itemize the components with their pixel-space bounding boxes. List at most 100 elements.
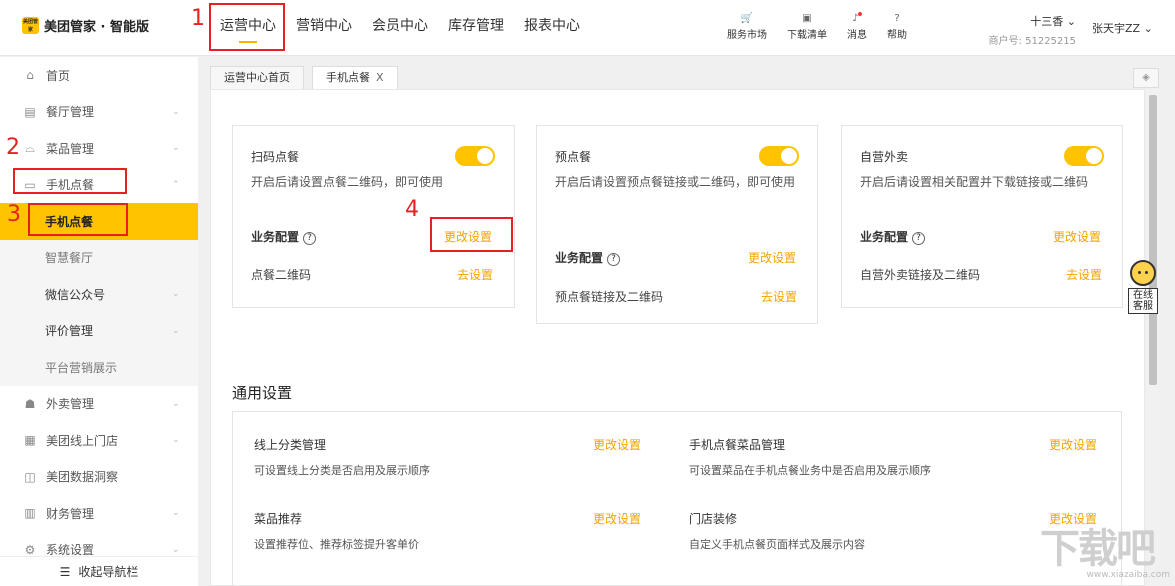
change-settings-link[interactable]: 更改设置	[1049, 510, 1097, 527]
change-settings-link[interactable]: 更改设置	[748, 249, 796, 266]
nav-inventory[interactable]: 库存管理	[438, 0, 514, 56]
tab-tools-icon[interactable]: ◈	[1133, 68, 1159, 88]
card-desc: 开启后请设置相关配置并下载链接或二维码	[860, 171, 1118, 193]
header-tools: 🛒 服务市场 ▣ 下载清单 ♪ 消息 ? 帮助	[727, 12, 927, 41]
sidebar-item-online-store[interactable]: ▦ 美团线上门店 ⌄	[0, 422, 198, 459]
chevron-down-icon: ⌄	[1144, 22, 1153, 35]
restaurant-icon: ▤	[22, 105, 38, 119]
tab-label: 手机点餐	[326, 71, 370, 84]
change-settings-link[interactable]: 更改设置	[1053, 228, 1101, 245]
nav-member-center[interactable]: 会员中心	[362, 0, 438, 56]
nav-reports[interactable]: 报表中心	[514, 0, 590, 56]
biz-config-label: 业务配置?	[555, 249, 620, 266]
annotation-number: 2	[6, 137, 20, 159]
store-switcher[interactable]: 十三香 ⌄ 商户号: 51225215	[966, 13, 1076, 47]
card-self-delivery: 自营外卖 开启后请设置相关配置并下载链接或二维码 业务配置? 更改设置 自营外卖…	[841, 125, 1123, 308]
go-setup-link[interactable]: 去设置	[1066, 266, 1102, 283]
chevron-down-icon: ⌄	[1067, 15, 1076, 28]
download-list-icon: ▣	[787, 12, 827, 26]
card-title: 预点餐	[555, 148, 591, 165]
scan-order-toggle[interactable]	[455, 146, 495, 166]
tab-operations-home[interactable]: 运营中心首页	[210, 66, 304, 90]
tool-label: 消息	[847, 30, 867, 41]
tab-mobile-order[interactable]: 手机点餐 X	[312, 66, 398, 90]
biz-config-label: 业务配置?	[860, 228, 925, 245]
collapse-sidebar-button[interactable]: ☰ 收起导航栏	[0, 556, 198, 586]
row-label: 预点餐链接及二维码	[555, 288, 663, 305]
sidebar-item-takeout[interactable]: ☗ 外卖管理 ⌄	[0, 386, 198, 423]
chevron-down-icon: ⌄	[172, 399, 180, 409]
close-icon[interactable]: X	[376, 71, 384, 84]
download-list-button[interactable]: ▣ 下载清单	[787, 12, 827, 41]
bell-icon: ♪	[847, 12, 867, 26]
messages-button[interactable]: ♪ 消息	[847, 12, 867, 41]
annotation-box	[13, 168, 127, 194]
sidebar-sub-smart-restaurant[interactable]: 智慧餐厅	[0, 240, 198, 277]
sidebar-item-label: 美团数据洞察	[46, 468, 118, 485]
general-settings-panel: 线上分类管理 可设置线上分类是否启用及展示顺序 更改设置 手机点餐菜品管理 可设…	[232, 411, 1122, 586]
sidebar-item-data-insight[interactable]: ◫ 美团数据洞察	[0, 459, 198, 496]
tool-label: 下载清单	[787, 30, 827, 41]
pre-order-toggle[interactable]	[759, 146, 799, 166]
card-pre-order: 预点餐 开启后请设置预点餐链接或二维码，即可使用 业务配置? 更改设置 预点餐链…	[536, 125, 818, 324]
biz-config-label: 业务配置?	[251, 228, 316, 245]
sidebar-item-restaurant[interactable]: ▤ 餐厅管理 ⌄	[0, 94, 198, 131]
sidebar-item-finance[interactable]: ▥ 财务管理 ⌄	[0, 495, 198, 532]
change-settings-link[interactable]: 更改设置	[1049, 436, 1097, 453]
row-label: 点餐二维码	[251, 266, 311, 283]
nav-marketing-center[interactable]: 营销中心	[286, 0, 362, 56]
general-item-title: 手机点餐菜品管理	[689, 436, 785, 453]
help-button[interactable]: ? 帮助	[887, 12, 907, 41]
sidebar-item-label: 菜品管理	[46, 140, 94, 157]
general-item-title: 门店装修	[689, 510, 737, 527]
sidebar-item-label: 餐厅管理	[46, 103, 94, 120]
sidebar-item-dishes[interactable]: ⌓ 菜品管理 ⌄	[0, 130, 198, 167]
finance-icon: ▥	[22, 506, 38, 520]
sidebar-item-label: 微信公众号	[45, 286, 105, 303]
user-name: 张天宇ZZ	[1092, 22, 1140, 35]
question-icon[interactable]: ?	[607, 253, 620, 266]
sidebar-sub-reviews[interactable]: 评价管理 ⌄	[0, 313, 198, 350]
online-service-button[interactable]: 在线客服	[1128, 260, 1158, 314]
card-desc: 开启后请设置预点餐链接或二维码，即可使用	[555, 171, 801, 193]
sidebar-item-label: 首页	[46, 67, 70, 84]
logo-mark: 美团管家	[22, 17, 39, 34]
dish-icon: ⌓	[22, 141, 38, 156]
question-icon[interactable]: ?	[303, 232, 316, 245]
sidebar-item-home[interactable]: ⌂ 首页	[0, 57, 198, 94]
scrollbar-thumb[interactable]	[1149, 95, 1157, 385]
scrollbar[interactable]	[1147, 89, 1159, 586]
tool-label: 帮助	[887, 30, 907, 41]
settings-icon: ⚙	[22, 543, 38, 557]
sidebar-sub-wechat[interactable]: 微信公众号 ⌄	[0, 276, 198, 313]
sidebar-sub-platform-marketing[interactable]: 平台营销展示	[0, 349, 198, 386]
store-id: 商户号: 51225215	[966, 32, 1076, 47]
user-menu[interactable]: 张天宇ZZ ⌄	[1092, 20, 1153, 36]
store-icon: ▦	[22, 433, 38, 447]
sidebar-item-label: 财务管理	[46, 505, 94, 522]
annotation-number: 1	[191, 8, 205, 30]
watermark-text: 下载吧	[1040, 528, 1170, 570]
general-settings-title: 通用设置	[232, 382, 292, 403]
data-icon: ◫	[22, 470, 38, 484]
self-delivery-toggle[interactable]	[1064, 146, 1104, 166]
go-setup-link[interactable]: 去设置	[457, 266, 493, 283]
service-avatar-icon	[1130, 260, 1156, 286]
change-settings-link[interactable]: 更改设置	[593, 436, 641, 453]
card-desc: 开启后请设置点餐二维码，即可使用	[251, 171, 501, 193]
service-market-button[interactable]: 🛒 服务市场	[727, 12, 767, 41]
store-name: 十三香 ⌄	[966, 13, 1076, 29]
sidebar-item-label: 外卖管理	[46, 395, 94, 412]
chevron-down-icon: ⌄	[172, 107, 180, 117]
annotation-box	[209, 3, 285, 51]
sidebar-item-label: 评价管理	[45, 322, 93, 339]
question-icon[interactable]: ?	[912, 232, 925, 245]
change-settings-link[interactable]: 更改设置	[593, 510, 641, 527]
unread-dot	[858, 12, 862, 16]
annotation-number: 4	[405, 199, 419, 221]
general-item-desc: 自定义手机点餐页面样式及展示内容	[689, 536, 865, 552]
sidebar-item-label: 美团线上门店	[46, 432, 118, 449]
logo[interactable]: 美团管家 美团管家 · 智能版	[22, 16, 149, 35]
go-setup-link[interactable]: 去设置	[761, 288, 797, 305]
home-icon: ⌂	[22, 68, 38, 82]
